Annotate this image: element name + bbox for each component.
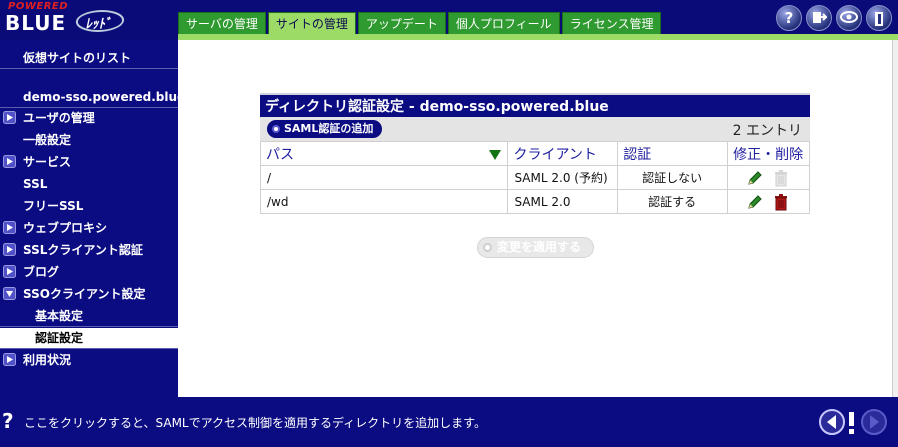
- column-header-edit-delete: 修正・削除: [727, 141, 810, 166]
- directory-auth-panel: ディレクトリ認証設定 - demo-sso.powered.blue SAML認…: [259, 93, 810, 214]
- sidebar-item-blog[interactable]: ブログ: [0, 262, 178, 283]
- sidebar-item-ssl[interactable]: SSL: [0, 174, 178, 195]
- eye-icon[interactable]: [836, 5, 862, 31]
- sidebar-item-label: SSOクライアント設定: [23, 287, 146, 301]
- expand-right-icon: [3, 353, 16, 366]
- exit-door-icon[interactable]: [866, 5, 892, 31]
- expand-right-icon: [3, 111, 16, 124]
- sidebar-item-site-name[interactable]: demo-sso.powered.blue: [0, 87, 185, 108]
- sidebar-item-label: 一般設定: [23, 133, 72, 147]
- help-question-icon: ?: [2, 409, 14, 433]
- column-header-auth[interactable]: 認証: [617, 141, 729, 166]
- cell-auth: 認証しない: [617, 165, 729, 190]
- cell-path: /: [259, 165, 509, 190]
- powered-blue-logo: POWERED BLUE ﾚｯﾄﾞ: [2, 0, 174, 40]
- cell-client: SAML 2.0 (予約): [507, 165, 619, 190]
- auth-table: パス クライアント 認証 修正・削除 / SAML 2.0 (予約) 認証しない…: [259, 141, 810, 214]
- sidebar-item-label: demo-sso.powered.blue: [23, 90, 186, 104]
- sidebar-item-label: 認証設定: [35, 331, 84, 345]
- sidebar-item-label: 利用状況: [23, 353, 72, 367]
- table-header-row: パス クライアント 認証 修正・削除: [259, 141, 810, 166]
- sidebar-item-label: ウェブプロキシ: [23, 221, 108, 235]
- tab-update[interactable]: アップデート: [357, 12, 446, 34]
- column-header-client[interactable]: クライアント: [507, 141, 619, 166]
- tab-site-admin[interactable]: サイトの管理: [267, 12, 356, 34]
- sidebar-item-sso-client[interactable]: SSOクライアント設定: [0, 284, 178, 305]
- expand-down-icon: [3, 287, 16, 300]
- sidebar-item-label: ユーザの管理: [23, 111, 95, 125]
- expand-right-icon: [3, 155, 16, 168]
- logo-blue-text: BLUE: [5, 11, 67, 35]
- cell-auth: 認証する: [617, 189, 729, 214]
- add-saml-auth-button[interactable]: SAML認証の追加: [267, 120, 383, 138]
- panel-title: ディレクトリ認証設定 - demo-sso.powered.blue: [260, 93, 810, 117]
- alert-icon: [849, 412, 854, 434]
- sidebar: 仮想サイトのリスト demo-sso.powered.blue ユーザの管理 一…: [0, 40, 185, 397]
- forward-arrow-icon[interactable]: [861, 409, 887, 435]
- cell-path: /wd: [259, 189, 509, 214]
- trash-icon-disabled: [774, 169, 787, 186]
- help-footer: ? ここをクリックすると、SAMLでアクセス制御を適用するディレクトリを追加しま…: [0, 397, 898, 447]
- edit-pencil-icon[interactable]: [746, 169, 764, 187]
- tab-profile[interactable]: 個人プロフィール: [447, 12, 560, 34]
- expand-right-icon: [3, 221, 16, 234]
- button-bullet-icon: [483, 243, 492, 252]
- cell-client: SAML 2.0: [507, 189, 619, 214]
- header-bar: POWERED BLUE ﾚｯﾄﾞ サーバの管理 サイトの管理 アップデート 個…: [0, 0, 898, 40]
- help-icon[interactable]: ?: [776, 5, 802, 31]
- sidebar-item-label: ブログ: [23, 265, 60, 279]
- sidebar-item-web-proxy[interactable]: ウェブプロキシ: [0, 218, 178, 239]
- table-row: / SAML 2.0 (予約) 認証しない: [259, 165, 810, 190]
- sidebar-item-general-settings[interactable]: 一般設定: [0, 130, 178, 151]
- sidebar-item-basic-settings[interactable]: 基本設定: [0, 306, 178, 327]
- help-text: ここをクリックすると、SAMLでアクセス制御を適用するディレクトリを追加します。: [24, 416, 486, 430]
- column-header-path[interactable]: パス: [259, 141, 509, 166]
- logout-icon[interactable]: [806, 5, 832, 31]
- sort-descending-icon[interactable]: [489, 150, 502, 160]
- sidebar-item-label: SSLクライアント認証: [23, 243, 143, 257]
- entry-count: 2 エントリ: [732, 123, 802, 139]
- main-tabs: サーバの管理 サイトの管理 アップデート 個人プロフィール ライセンス管理: [178, 12, 662, 34]
- expand-right-icon: [3, 265, 16, 278]
- table-row: /wd SAML 2.0 認証する: [259, 189, 810, 214]
- footer-navigation: [819, 409, 887, 435]
- add-saml-auth-label: SAML認証の追加: [284, 122, 374, 135]
- trash-icon[interactable]: [772, 193, 790, 211]
- logo-mark-text: ﾚｯﾄﾞ: [84, 17, 114, 32]
- logo-mark: ﾚｯﾄﾞ: [73, 10, 127, 32]
- apply-changes-label: 変更を適用する: [497, 240, 582, 254]
- button-bullet-icon: [272, 125, 280, 133]
- sidebar-item-services[interactable]: サービス: [0, 152, 178, 173]
- sidebar-item-free-ssl[interactable]: フリーSSL: [0, 196, 178, 217]
- apply-changes-button[interactable]: 変更を適用する: [477, 237, 594, 258]
- vertical-scrollbar[interactable]: [892, 40, 898, 397]
- expand-right-icon: [3, 243, 16, 256]
- panel-toolbar: SAML認証の追加 2 エントリ: [260, 117, 810, 141]
- sidebar-item-auth-settings[interactable]: 認証設定: [0, 328, 178, 349]
- sidebar-item-label: 仮想サイトのリスト: [23, 51, 132, 65]
- sidebar-item-label: 基本設定: [35, 309, 84, 323]
- edit-pencil-icon[interactable]: [746, 193, 764, 211]
- tab-server-admin[interactable]: サーバの管理: [178, 12, 266, 34]
- cell-actions: [727, 165, 810, 190]
- sidebar-item-label: フリーSSL: [23, 199, 84, 213]
- column-header-label: パス: [266, 146, 294, 163]
- sidebar-item-label: SSL: [23, 177, 48, 191]
- tab-license[interactable]: ライセンス管理: [561, 12, 662, 34]
- sidebar-item-ssl-client-auth[interactable]: SSLクライアント認証: [0, 240, 178, 261]
- sidebar-item-virtual-site-list[interactable]: 仮想サイトのリスト: [0, 48, 178, 69]
- cell-actions: [727, 189, 810, 214]
- sidebar-item-label: サービス: [23, 155, 72, 169]
- sidebar-item-user-admin[interactable]: ユーザの管理: [0, 108, 178, 129]
- back-arrow-icon[interactable]: [819, 409, 845, 435]
- sidebar-item-usage[interactable]: 利用状況: [0, 350, 178, 371]
